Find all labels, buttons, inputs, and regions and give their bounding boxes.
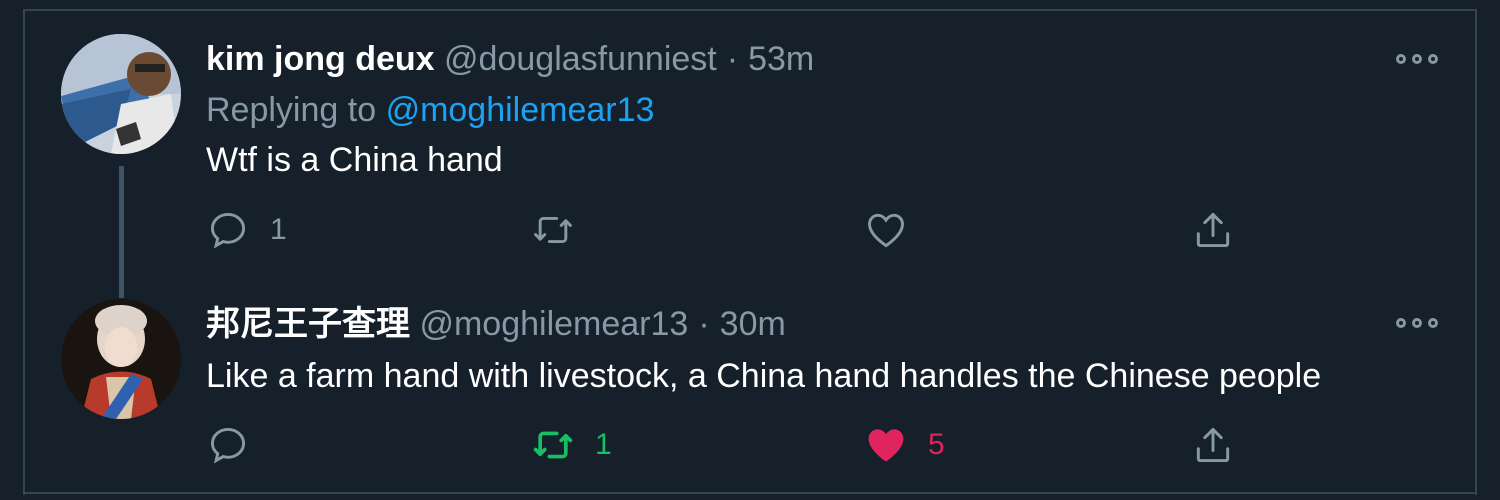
more-options-icon[interactable] [1396, 313, 1438, 333]
retweet-active-icon [533, 431, 573, 459]
like-count: 5 [928, 428, 945, 461]
share-button[interactable] [1191, 205, 1235, 255]
tweet-text: Like a farm hand with livestock, a China… [206, 357, 1322, 395]
reply-button[interactable]: 1 [206, 205, 287, 255]
reply-icon [210, 427, 246, 464]
heart-filled-icon [868, 429, 904, 462]
retweet-count: 1 [595, 428, 612, 461]
tweet[interactable]: kim jong deux @douglasfunniest · 53m Reply… [0, 11, 1500, 298]
mention-link[interactable]: @moghilemear13 [386, 91, 655, 129]
separator-dot: · [698, 305, 710, 343]
display-name[interactable]: kim jong deux [206, 40, 435, 78]
reply-count: 1 [270, 213, 287, 246]
tweet-header: 邦尼王子查理 @moghilemear13 · 30m [206, 304, 786, 344]
tweet-header: kim jong deux @douglasfunniest · 53m [206, 39, 814, 79]
reply-icon [210, 212, 246, 249]
replying-prefix: Replying to [206, 91, 377, 129]
like-button[interactable]: 5 [864, 420, 945, 470]
timestamp[interactable]: 53m [748, 40, 814, 78]
thread-connector-line [119, 166, 124, 298]
user-handle[interactable]: @douglasfunniest [444, 40, 717, 78]
share-button[interactable] [1191, 420, 1235, 470]
more-options-icon[interactable] [1396, 49, 1438, 69]
retweet-button[interactable] [531, 205, 595, 255]
retweet-icon [534, 216, 572, 244]
avatar[interactable] [61, 34, 181, 154]
separator-dot: · [726, 40, 739, 78]
user-handle[interactable]: @moghilemear13 [419, 305, 688, 343]
tweet-text: Wtf is a China hand [206, 141, 503, 179]
share-icon [1196, 427, 1230, 463]
like-button[interactable] [864, 205, 928, 255]
avatar[interactable] [61, 299, 181, 419]
retweet-button[interactable]: 1 [531, 420, 612, 470]
display-name[interactable]: 邦尼王子查理 [206, 305, 410, 343]
heart-outline-icon [868, 213, 904, 248]
reply-button[interactable] [206, 420, 270, 470]
timestamp[interactable]: 30m [720, 305, 786, 343]
replying-to: Replying to @moghilemear13 [206, 89, 654, 131]
tweet-actions: 1 [206, 205, 1266, 255]
tweet[interactable]: 邦尼王子查理 @moghilemear13 · 30m Like a farm ha… [0, 290, 1500, 492]
divider [23, 492, 1477, 494]
tweet-actions: 1 5 [206, 420, 1266, 470]
share-icon [1196, 212, 1230, 248]
